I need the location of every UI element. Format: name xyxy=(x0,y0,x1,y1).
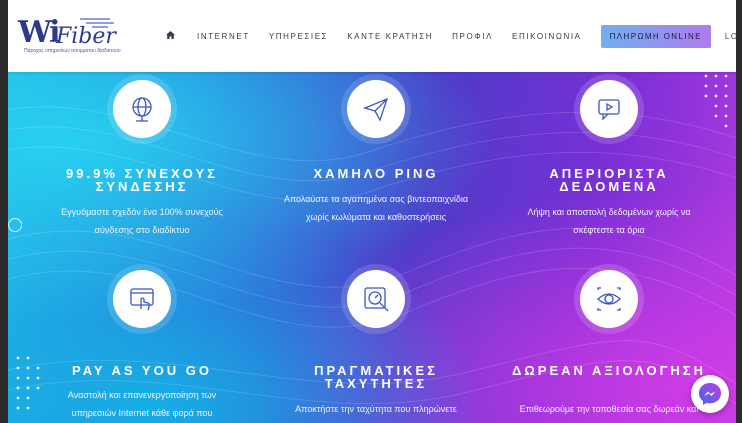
video-chat-icon xyxy=(580,80,638,138)
feature-card-uptime: 99.9% ΣΥΝΕΧΟΥΣ ΣΥΝΔΕΣΗΣ Εγγυόμαστε σχεδό… xyxy=(37,72,247,247)
home-icon[interactable] xyxy=(166,30,175,42)
feature-desc-line2: χωρίς κωλύματα και καθυστερήσεις xyxy=(305,212,447,222)
nav-item-contact[interactable]: ΕΠΙΚΟΙΝΩΝΙΑ xyxy=(512,32,582,41)
window-edge-left xyxy=(0,0,8,423)
wifi-lines-icon xyxy=(80,18,114,28)
touch-screen-icon xyxy=(113,270,171,328)
feature-desc-line1: Απολαύστε τα αγαπημένα σας βιντεοπαιχνίδ… xyxy=(283,194,469,204)
feature-title: ΧΑΜΗΛΟ PING xyxy=(313,166,439,181)
main-nav: INTERNET ΥΠΗΡΕΣΙΕΣ ΚΑΝΤΕ ΚΡΑΤΗΣΗ ΠΡΟΦΙΛ … xyxy=(166,24,742,48)
feature-title: 99.9% ΣΥΝΕΧΟΥΣ ΣΥΝΔΕΣΗΣ xyxy=(66,166,218,194)
feature-desc-line1: Αποκτήστε την ταχύτητα που πληρώνετε xyxy=(295,404,457,414)
feature-desc-line2: σκέφτεστε τα όρια xyxy=(573,225,645,235)
messenger-chat-button[interactable] xyxy=(691,375,729,413)
logo-tagline: Πάροχος υπηρεσιών ασύρματου διαδικτύου xyxy=(24,48,121,54)
nav-item-profile[interactable]: ΠΡΟΦΙΛ xyxy=(452,32,493,41)
feature-desc-line2: σύνδεσης στο διαδίκτυο xyxy=(94,225,190,235)
messenger-icon xyxy=(699,383,721,405)
features-section: 99.9% ΣΥΝΕΧΟΥΣ ΣΥΝΔΕΣΗΣ Εγγυόμαστε σχεδό… xyxy=(8,72,736,423)
logo-mark: Wi xyxy=(18,15,61,50)
nav-item-booking[interactable]: ΚΑΝΤΕ ΚΡΑΤΗΣΗ xyxy=(347,32,433,41)
feature-desc-line1: Λήψη και αποστολή δεδομένων χωρίς να xyxy=(527,207,691,217)
feature-title: ΠΡΑΓΜΑΤΙΚΕΣ ΤΑΧΥΤΗΤΕΣ xyxy=(314,363,438,391)
feature-title: PAY AS YOU GO xyxy=(72,363,212,378)
eye-scan-icon xyxy=(580,270,638,328)
paper-plane-icon xyxy=(347,80,405,138)
feature-title: ΔΩΡΕΑΝ ΑΞΙΟΛΟΓΗΣΗ xyxy=(512,363,706,378)
feature-card-pay-as-you-go: PAY AS YOU GO Αναστολή και επανενεργοποί… xyxy=(37,262,247,423)
speed-search-icon xyxy=(347,270,405,328)
feature-title: ΑΠΕΡΙΟΡΙΣΤΑ ΔΕΔΟΜΕΝΑ xyxy=(549,166,669,194)
feature-card-unlimited-data: ΑΠΕΡΙΟΡΙΣΤΑ ΔΕΔΟΜΕΝΑ Λήψη και αποστολή δ… xyxy=(504,72,714,247)
slider-indicator[interactable] xyxy=(8,218,22,232)
nav-item-services[interactable]: ΥΠΗΡΕΣΙΕΣ xyxy=(269,32,328,41)
feature-card-real-speeds: ΠΡΑΓΜΑΤΙΚΕΣ ΤΑΧΥΤΗΤΕΣ Αποκτήστε την ταχύ… xyxy=(271,262,481,423)
feature-desc-line1: Επιθεωρούμε την τοποθεσία σας δωρεάν και xyxy=(519,404,699,414)
site-logo[interactable]: Wi Fiber Πάροχος υπηρεσιών ασύρματου δια… xyxy=(18,14,130,56)
pay-online-button[interactable]: ΠΛΗΡΩΜΗ ONLINE xyxy=(600,24,711,48)
feature-desc-line1: Εγγυόμαστε σχεδόν ένα 100% συνεχούς xyxy=(61,207,223,217)
nav-item-internet[interactable]: INTERNET xyxy=(197,32,250,41)
site-header: Wi Fiber Πάροχος υπηρεσιών ασύρματου δια… xyxy=(8,0,742,72)
globe-icon xyxy=(113,80,171,138)
window-edge-right xyxy=(736,0,742,423)
page: Wi Fiber Πάροχος υπηρεσιών ασύρματου δια… xyxy=(0,0,742,423)
feature-card-free-assessment: ΔΩΡΕΑΝ ΑΞΙΟΛΟΓΗΣΗ Επιθεωρούμε την τοποθε… xyxy=(504,262,714,423)
feature-desc-line1: Αναστολή και επανενεργοποίηση των xyxy=(67,390,217,400)
feature-card-low-ping: ΧΑΜΗΛΟ PING Απολαύστε τα αγαπημένα σας β… xyxy=(271,72,481,247)
feature-desc-line2: υπηρεσιών Internet κάθε φορά που xyxy=(71,408,213,418)
